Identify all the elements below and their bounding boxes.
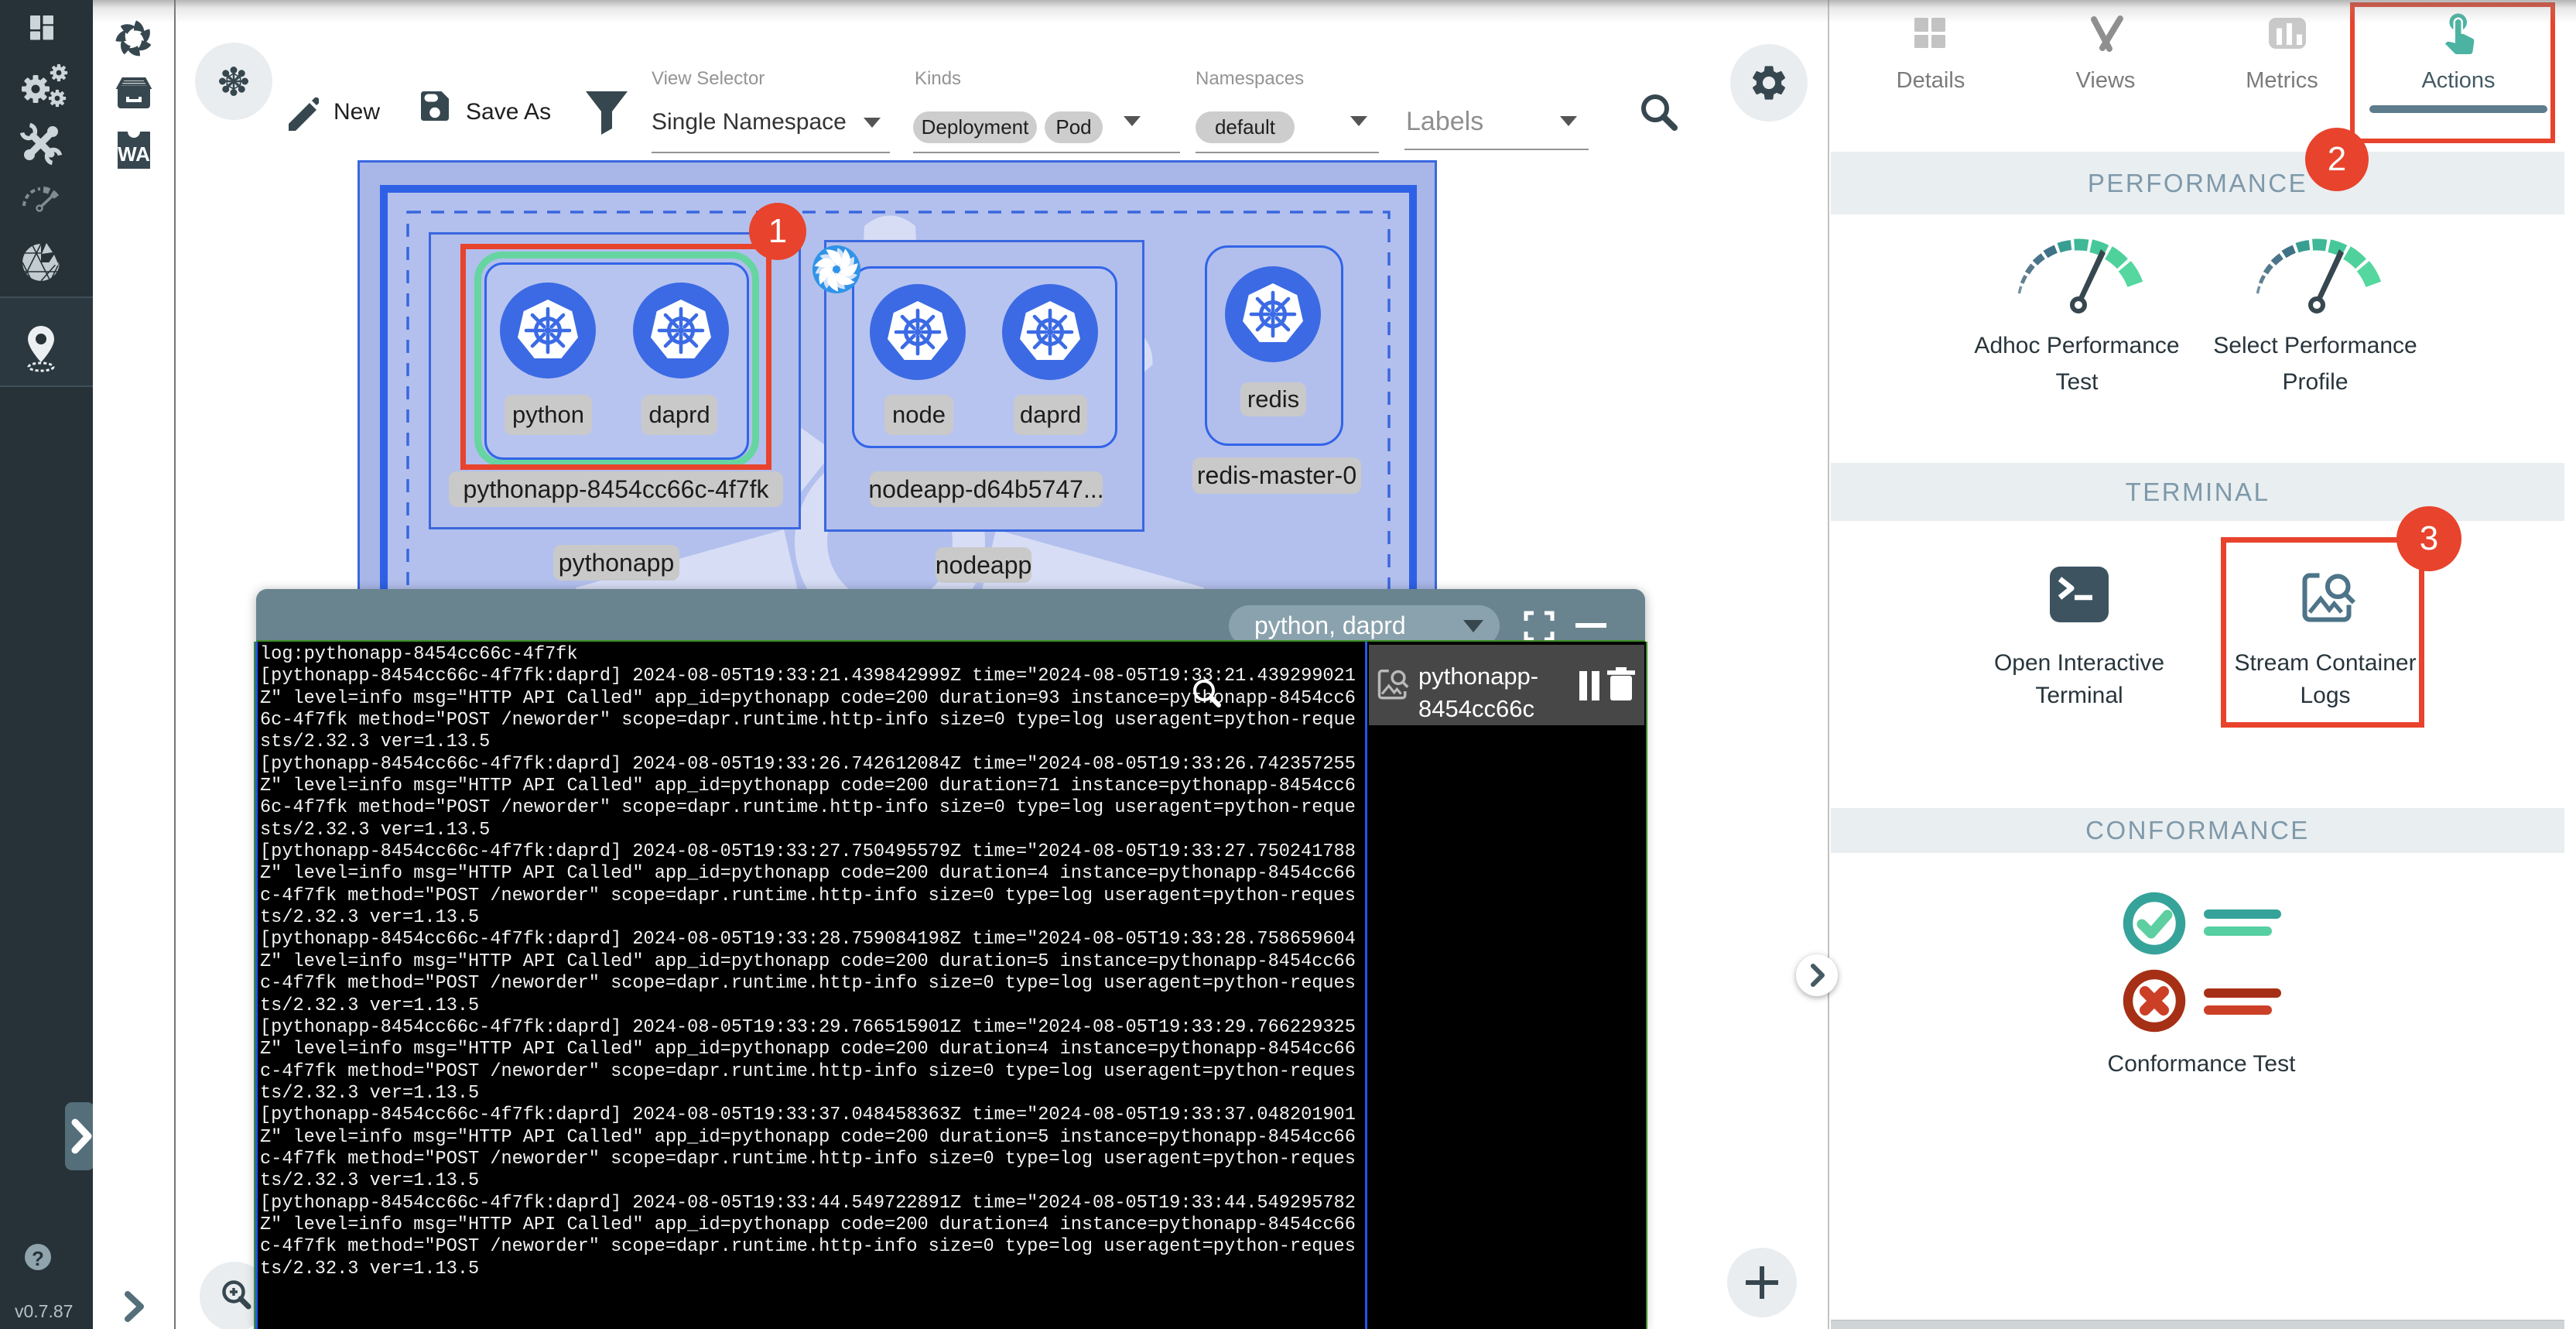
- svg-text:WA: WA: [118, 142, 150, 166]
- svg-text:?: ?: [32, 1247, 44, 1270]
- svg-text:v0.7.87: v0.7.87: [15, 1301, 73, 1321]
